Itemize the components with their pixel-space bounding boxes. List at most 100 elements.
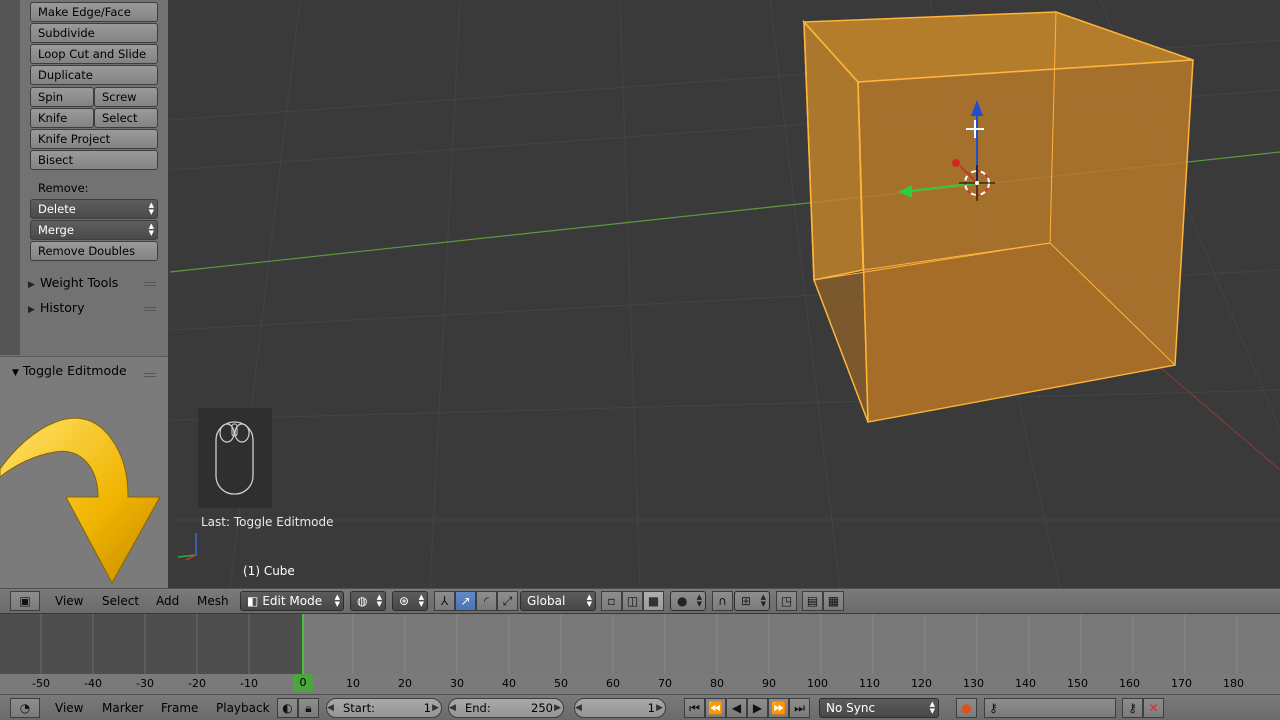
snap-toggle-button[interactable]: ∩	[712, 591, 733, 611]
timeline-area[interactable]	[0, 614, 1280, 674]
duplicate-button[interactable]: Duplicate	[30, 65, 158, 85]
end-frame-field[interactable]: ◀ End: 250 ▶	[448, 698, 564, 718]
vertex-select-button[interactable]: ▫	[601, 591, 622, 611]
viewport-scene[interactable]	[0, 0, 1280, 588]
timeline-ruler[interactable]: -50 -40 -30 -20 -10 10 20 30 40 50 60 70…	[0, 674, 1280, 694]
decrement-arrow-icon[interactable]: ◀	[449, 699, 456, 717]
last-operator-text: Last: Toggle Editmode	[201, 515, 334, 529]
spin-button[interactable]: Spin	[30, 87, 94, 107]
updown-arrows-icon: ▲ ▼	[929, 700, 935, 715]
vertex-select-icon: ▫	[607, 594, 616, 608]
collapsed-triangle-icon: ▶	[28, 305, 35, 315]
opengl-render-button[interactable]: ◳	[776, 591, 797, 611]
pivot-point-icon: ⊛	[399, 594, 410, 608]
record-icon: ●	[961, 701, 972, 715]
menu-playback[interactable]: Playback	[216, 701, 270, 715]
updown-arrows-icon: ▲ ▼	[148, 201, 154, 216]
weight-tools-panel-header[interactable]: ▶ Weight Tools	[28, 272, 160, 294]
pivot-point-dropdown[interactable]: ⊛ ▲ ▼	[392, 591, 428, 611]
auto-keying-button[interactable]: ◐	[277, 698, 298, 718]
operator-panel: ▼ Toggle Editmode	[0, 356, 168, 588]
timeline-header: ◔ View Marker Frame Playback ◐ 🔒︎ ◀ Star…	[0, 694, 1280, 720]
render-animation-button[interactable]: ▦	[823, 591, 844, 611]
merge-dropdown-label: Merge	[38, 223, 74, 237]
play-button[interactable]: ▶	[747, 698, 768, 718]
end-frame-label: End:	[465, 701, 491, 715]
menu-view[interactable]: View	[55, 594, 83, 608]
knife-project-button[interactable]: Knife Project	[30, 129, 158, 149]
menu-marker[interactable]: Marker	[102, 701, 143, 715]
bisect-button[interactable]: Bisect	[30, 150, 158, 170]
delete-dropdown-label: Delete	[38, 202, 76, 216]
orientation-dropdown[interactable]: Global ▲ ▼	[520, 591, 596, 611]
merge-dropdown[interactable]: Merge ▲ ▼	[30, 220, 158, 240]
active-object-name: (1) Cube	[243, 564, 295, 578]
keying-set-icon: ⚷	[989, 701, 998, 715]
knife-select-button[interactable]: Select	[94, 108, 158, 128]
make-edge-face-button[interactable]: Make Edge/Face	[30, 2, 158, 22]
menu-timeline-view[interactable]: View	[55, 701, 83, 715]
loop-cut-slide-button[interactable]: Loop Cut and Slide	[30, 44, 158, 64]
jump-next-keyframe-button[interactable]: ⏩	[768, 698, 789, 718]
scale-manipulator-button[interactable]: ⤢	[497, 591, 518, 611]
rotate-manipulator-button[interactable]: ◜	[476, 591, 497, 611]
snap-element-dropdown[interactable]: ⊞ ▲ ▼	[734, 591, 770, 611]
decrement-arrow-icon[interactable]: ◀	[327, 699, 334, 717]
decrement-arrow-icon[interactable]: ◀	[575, 699, 582, 717]
editor-type-button[interactable]: ▣	[10, 591, 40, 611]
knife-button[interactable]: Knife	[30, 108, 94, 128]
remove-label: Remove:	[38, 181, 89, 195]
tool-shelf-tabs[interactable]	[0, 0, 20, 355]
face-select-button[interactable]: ■	[643, 591, 664, 611]
ruler-tick: -40	[84, 677, 102, 690]
face-select-icon: ■	[647, 594, 660, 608]
increment-arrow-icon[interactable]: ▶	[656, 699, 663, 717]
sync-mode-dropdown[interactable]: No Sync ▲ ▼	[819, 698, 939, 718]
play-reverse-button[interactable]: ◀	[726, 698, 747, 718]
jump-end-button[interactable]: ⏭	[789, 698, 810, 718]
render-still-button[interactable]: ▤	[802, 591, 823, 611]
delete-keyframe-button[interactable]: ✕	[1143, 698, 1164, 718]
menu-mesh[interactable]: Mesh	[197, 594, 229, 608]
record-keyframe-button[interactable]: ●	[956, 698, 977, 718]
keying-set-field[interactable]: ⚷	[984, 698, 1116, 718]
ruler-tick: 160	[1119, 677, 1140, 690]
insert-keyframe-button[interactable]: ⚷	[1122, 698, 1143, 718]
proportional-edit-dropdown[interactable]: ● ▲ ▼	[670, 591, 706, 611]
mode-dropdown[interactable]: ◧ Edit Mode ▲ ▼	[240, 591, 344, 611]
ruler-tick: 50	[554, 677, 568, 690]
current-frame-indicator[interactable]: 0	[293, 674, 313, 692]
translate-manipulator-button[interactable]: ↗	[455, 591, 476, 611]
delete-dropdown[interactable]: Delete ▲ ▼	[30, 199, 158, 219]
menu-add[interactable]: Add	[156, 594, 179, 608]
lock-range-button[interactable]: 🔒︎	[298, 698, 319, 718]
increment-arrow-icon[interactable]: ▶	[554, 699, 561, 717]
increment-arrow-icon[interactable]: ▶	[432, 699, 439, 717]
jump-start-button[interactable]: ⏮	[684, 698, 705, 718]
edge-select-button[interactable]: ◫	[622, 591, 643, 611]
menu-frame[interactable]: Frame	[161, 701, 198, 715]
history-panel-header[interactable]: ▶ History	[28, 297, 160, 319]
drag-grip-icon[interactable]	[144, 280, 156, 286]
ruler-tick: 180	[1223, 677, 1244, 690]
updown-arrows-icon: ▲ ▼	[696, 593, 702, 608]
history-label: History	[40, 300, 85, 315]
subdivide-button[interactable]: Subdivide	[30, 23, 158, 43]
manipulator-toggle-button[interactable]: ⅄	[434, 591, 455, 611]
menu-select[interactable]: Select	[102, 594, 139, 608]
3d-viewport[interactable]: Last: Toggle Editmode (1) Cube	[0, 0, 1280, 588]
selected-cube[interactable]	[802, 11, 1194, 423]
timeline-editor-type-button[interactable]: ◔	[10, 698, 40, 718]
current-frame-field[interactable]: ◀ 1 ▶	[574, 698, 666, 718]
ruler-tick: 30	[450, 677, 464, 690]
jump-prev-keyframe-button[interactable]: ⏪	[705, 698, 726, 718]
shading-dropdown[interactable]: ◍ ▲ ▼	[350, 591, 386, 611]
start-frame-value: 1	[423, 701, 431, 715]
key-delete-icon: ✕	[1148, 701, 1159, 715]
start-frame-field[interactable]: ◀ Start: 1 ▶	[326, 698, 442, 718]
remove-doubles-button[interactable]: Remove Doubles	[30, 241, 158, 261]
magnet-icon: ∩	[718, 594, 727, 608]
screw-button[interactable]: Screw	[94, 87, 158, 107]
drag-grip-icon[interactable]	[144, 305, 156, 311]
tool-shelf: Make Edge/Face Subdivide Loop Cut and Sl…	[0, 0, 168, 588]
